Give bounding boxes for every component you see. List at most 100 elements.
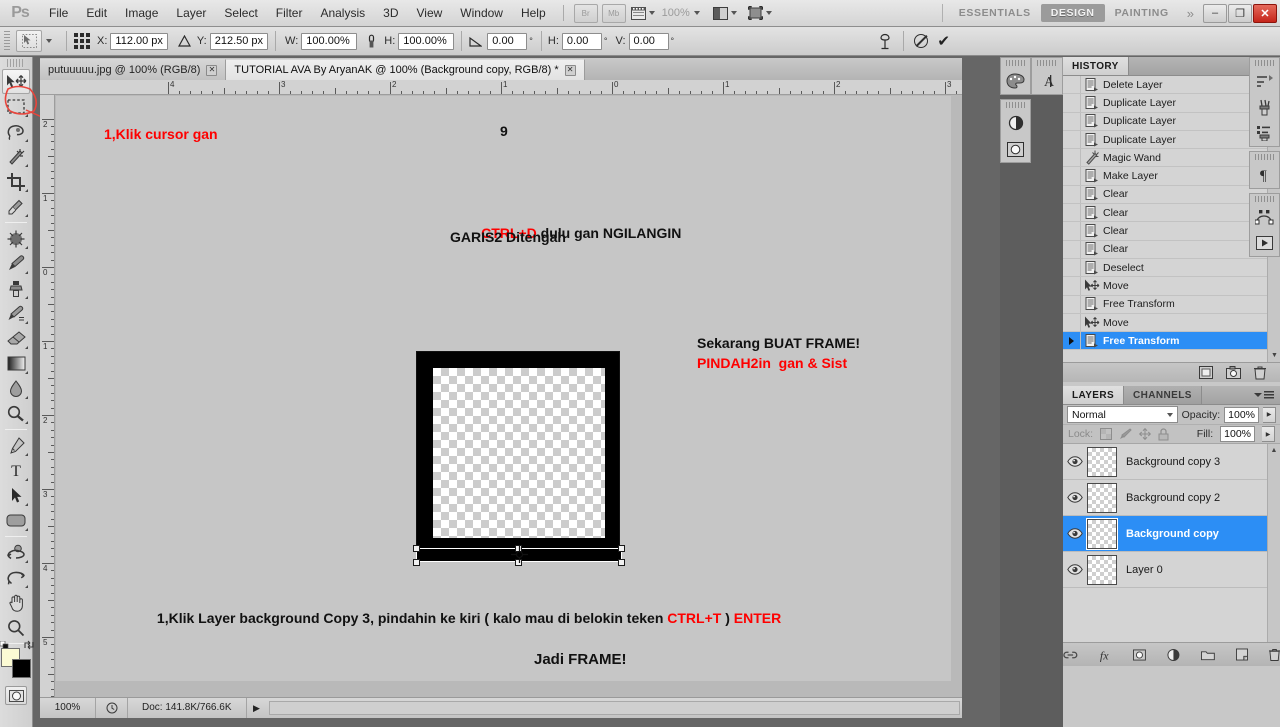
rail-grip[interactable]	[1037, 60, 1057, 66]
history-snapshot-source-toggle[interactable]	[1063, 277, 1081, 295]
tab-history[interactable]: HISTORY	[1063, 57, 1129, 75]
new-group-folder-icon[interactable]	[1201, 649, 1216, 661]
history-list[interactable]: Delete Layer Duplicate Layer Duplicate L…	[1063, 76, 1280, 363]
layer-style-fx-icon[interactable]: fx	[1099, 648, 1113, 662]
history-snapshot-source-toggle[interactable]	[1063, 112, 1081, 130]
layer-thumbnail[interactable]	[1087, 446, 1117, 477]
create-new-snapshot-icon[interactable]	[1226, 366, 1241, 379]
history-snapshot-source-toggle[interactable]	[1063, 149, 1081, 167]
lock-image-pixels-icon[interactable]	[1119, 428, 1132, 440]
link-layers-icon[interactable]	[1063, 650, 1078, 660]
brush-panel-icon[interactable]	[1250, 68, 1279, 94]
zoom-chevron-down-icon[interactable]	[693, 11, 700, 15]
current-tool-icon[interactable]	[16, 30, 42, 52]
paragraph-panel-icon[interactable]: ¶	[1250, 162, 1279, 188]
animation-panel-icon[interactable]	[1250, 230, 1279, 256]
screen-mode-selector[interactable]	[746, 3, 774, 23]
layer-row[interactable]: Layer 0	[1063, 552, 1280, 588]
history-item[interactable]: Clear	[1063, 204, 1280, 223]
scroll-down-arrow-icon[interactable]: ▼	[1268, 349, 1280, 362]
history-item[interactable]: Delete Layer	[1063, 76, 1280, 95]
layer-visibility-toggle[interactable]	[1063, 492, 1087, 503]
history-snapshot-source-toggle[interactable]	[1063, 185, 1081, 204]
clone-source-panel-icon[interactable]	[1250, 94, 1279, 120]
eraser-tool[interactable]	[2, 326, 30, 351]
view-extras-button[interactable]	[629, 3, 657, 23]
history-item[interactable]: Clear	[1063, 222, 1280, 241]
launch-bridge-button[interactable]: Br	[573, 3, 598, 23]
eye-visibility-icon[interactable]	[1067, 492, 1083, 503]
document-tab-tutorial-ava[interactable]: TUTORIAL AVA By AryanAK @ 100% (Backgrou…	[226, 59, 585, 80]
rotate-input[interactable]: 0.00	[487, 32, 528, 50]
menu-3d[interactable]: 3D	[374, 0, 407, 26]
path-selection-tool[interactable]	[2, 483, 30, 508]
rail-grip[interactable]	[1006, 102, 1025, 108]
x-position-input[interactable]: 112.00 px	[110, 32, 168, 50]
3d-object-rotate-tool[interactable]	[2, 540, 30, 565]
dodge-tool[interactable]	[2, 401, 30, 426]
layer-row[interactable]: Background copy 3	[1063, 444, 1280, 480]
layer-thumbnail[interactable]	[1087, 482, 1117, 513]
masks-panel-icon[interactable]	[1001, 136, 1030, 162]
zoom-tool[interactable]	[2, 615, 30, 640]
history-item[interactable]: Duplicate Layer	[1063, 130, 1280, 150]
eye-visibility-icon[interactable]	[1067, 564, 1083, 575]
menu-select[interactable]: Select	[215, 0, 266, 26]
menu-edit[interactable]: Edit	[77, 0, 116, 26]
blend-mode-select[interactable]: Normal	[1067, 406, 1178, 423]
workspace-painting[interactable]: PAINTING	[1105, 4, 1179, 22]
rail-grip[interactable]	[1255, 154, 1274, 160]
menu-filter[interactable]: Filter	[267, 0, 312, 26]
vertical-ruler[interactable]: 2 1 0 1 2 3 4 5	[40, 95, 55, 703]
eyedropper-tool[interactable]	[2, 194, 30, 219]
fill-input[interactable]: 100%	[1220, 426, 1255, 442]
width-input[interactable]: 100.00%	[301, 32, 358, 50]
layer-visibility-toggle[interactable]	[1063, 528, 1087, 539]
brush-tool[interactable]	[2, 251, 30, 276]
rail-grip[interactable]	[1006, 60, 1025, 66]
history-snapshot-source-toggle[interactable]	[1063, 94, 1081, 112]
layer-row[interactable]: Background copy	[1063, 516, 1280, 552]
color-panel-icon[interactable]	[1001, 68, 1030, 94]
layer-list[interactable]: Background copy 3 Background copy 2 Back…	[1063, 444, 1280, 642]
layers-panel-menu-button[interactable]	[1248, 386, 1280, 404]
layer-visibility-toggle[interactable]	[1063, 564, 1087, 575]
cancel-transform-button[interactable]	[914, 34, 929, 48]
history-snapshot-source-toggle[interactable]	[1063, 204, 1081, 222]
create-new-document-from-state-icon[interactable]	[1199, 366, 1213, 379]
commit-transform-button[interactable]: ✔	[937, 34, 950, 49]
delete-layer-trash-icon[interactable]	[1268, 648, 1280, 662]
horizontal-type-tool[interactable]: T	[2, 458, 30, 483]
layer-thumbnail[interactable]	[1086, 517, 1118, 550]
history-item[interactable]: Deselect	[1063, 258, 1280, 278]
options-bar-grip[interactable]	[4, 31, 10, 51]
launch-mini-bridge-button[interactable]: Mb	[601, 3, 626, 23]
delete-state-trash-icon[interactable]	[1254, 366, 1266, 380]
rail-grip[interactable]	[1255, 196, 1274, 202]
rounded-rectangle-tool[interactable]	[2, 508, 30, 533]
fill-stepper[interactable]: ▶	[1262, 426, 1275, 442]
close-button[interactable]: ✕	[1253, 3, 1277, 23]
menu-file[interactable]: File	[40, 0, 77, 26]
menu-layer[interactable]: Layer	[167, 0, 215, 26]
paths-panel-icon[interactable]	[1250, 204, 1279, 230]
history-item[interactable]: Duplicate Layer	[1063, 112, 1280, 131]
scroll-up-arrow-icon[interactable]: ▲	[1268, 444, 1280, 457]
minimize-button[interactable]: –	[1203, 3, 1227, 23]
layer-row[interactable]: Background copy 2	[1063, 480, 1280, 516]
history-item[interactable]: Free Transform	[1063, 295, 1280, 314]
history-snapshot-source-toggle[interactable]	[1063, 222, 1081, 240]
history-item[interactable]: Move	[1063, 313, 1280, 333]
blur-tool[interactable]	[2, 376, 30, 401]
horizontal-scrollbar[interactable]	[268, 701, 960, 715]
more-workspaces-button[interactable]: »	[1179, 6, 1202, 21]
menu-window[interactable]: Window	[451, 0, 512, 26]
history-snapshot-source-toggle[interactable]	[1063, 76, 1081, 94]
menu-analysis[interactable]: Analysis	[311, 0, 374, 26]
screen-mode-button[interactable]	[711, 3, 739, 23]
history-item[interactable]: Magic Wand	[1063, 149, 1280, 168]
history-item[interactable]: Clear	[1063, 240, 1280, 259]
history-snapshot-source-toggle[interactable]	[1063, 240, 1081, 258]
magic-wand-tool[interactable]	[2, 144, 30, 169]
history-snapshot-source-toggle[interactable]	[1063, 167, 1081, 185]
